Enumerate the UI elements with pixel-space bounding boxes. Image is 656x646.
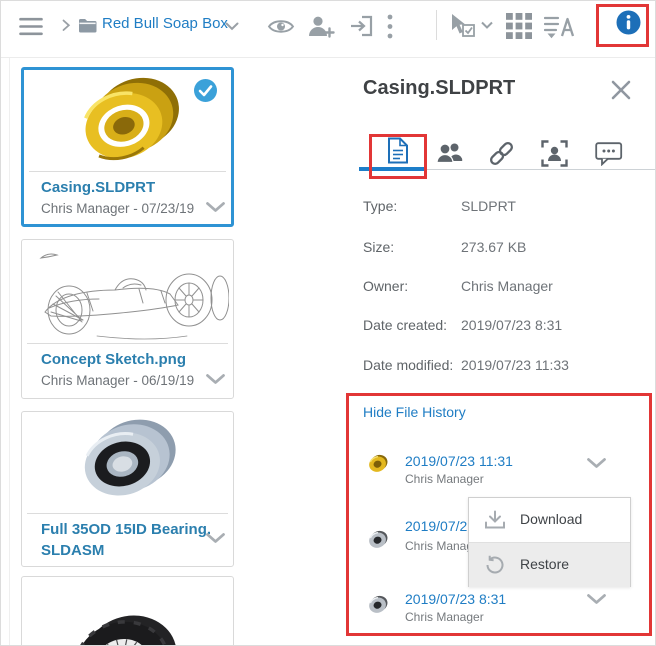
breadcrumb[interactable]: Red Bull Soap Box [102,15,228,32]
hamburger-menu-icon[interactable] [19,17,43,36]
toolbar-divider [436,10,437,40]
file-meta: Chris Manager - 07/23/19 [41,201,194,216]
grid-view-icon[interactable] [506,13,532,39]
tab-preview-person[interactable] [541,140,568,167]
history-chevron-icon[interactable] [587,458,606,469]
history-version-user: Chris Manager [405,610,484,624]
history-thumb-silver-bearing [367,529,389,551]
tab-links[interactable] [488,140,515,167]
detail-label: Date modified: [363,357,453,373]
history-version-date[interactable]: 2019/07/23 8:31 [405,591,506,607]
active-tab-underline [359,167,425,171]
file-title[interactable]: Full 35OD 15ID Bearing.SLDASM [41,519,213,561]
sort-alphabetical-icon[interactable] [544,14,581,40]
close-icon[interactable] [611,80,631,100]
breadcrumb-chevron-icon [62,19,71,32]
detail-value: Chris Manager [461,278,553,294]
top-toolbar: Red Bull Soap Box [1,1,655,58]
tab-document-details[interactable] [387,137,409,164]
menu-item-label: Download [520,511,582,527]
detail-label: Date created: [363,317,447,333]
hide-file-history-link[interactable]: Hide File History [363,404,466,420]
detail-value: 273.67 KB [461,239,526,255]
card-divider [27,513,228,514]
card-chevron-icon[interactable] [206,533,225,544]
detail-value: 2019/07/23 8:31 [461,317,562,333]
file-card-wheel[interactable] [21,576,234,646]
file-card-casing[interactable]: Casing.SLDPRT Chris Manager - 07/23/19 [21,67,234,227]
steel-bearing-thumbnail [64,414,192,512]
history-thumb-gold-bearing [367,453,389,475]
file-title[interactable]: Concept Sketch.png [41,351,186,368]
info-icon[interactable] [616,10,641,35]
card-chevron-icon[interactable] [206,202,225,213]
tab-row-divider [425,169,655,170]
history-version-user: Chris Manag [405,539,473,553]
project-caret-icon[interactable] [225,22,239,31]
restore-icon [485,555,505,575]
file-title[interactable]: Casing.SLDPRT [41,179,155,196]
gold-bearing-thumbnail [59,72,199,178]
file-card-bearing-assembly[interactable]: Full 35OD 15ID Bearing.SLDASM [21,411,234,567]
history-context-menu: Download Restore [468,497,631,587]
detail-label: Size: [363,239,394,255]
detail-value: 2019/07/23 11:33 [461,357,569,373]
download-icon [484,510,506,530]
tab-comments[interactable] [595,142,623,166]
car-sketch-thumbnail [27,248,229,344]
check-in-icon[interactable] [350,15,373,37]
app-window: Red Bull Soap Box [0,0,656,646]
file-meta: Chris Manager - 06/19/19 [41,373,194,388]
panel-title: Casing.SLDPRT [363,77,515,100]
eye-preview-icon[interactable] [267,17,295,36]
menu-item-label: Restore [520,556,569,572]
tab-members[interactable] [436,141,463,164]
file-card-concept-sketch[interactable]: Concept Sketch.png Chris Manager - 06/19… [21,239,234,399]
history-thumb-silver-bearing [367,594,389,616]
card-chevron-icon[interactable] [206,374,225,385]
history-version-user: Chris Manager [405,472,484,486]
history-version-date[interactable]: 2019/07/2 [405,518,467,534]
folder-icon [78,18,97,33]
more-options-icon[interactable] [387,14,393,39]
history-version-date[interactable]: 2019/07/23 11:31 [405,453,513,469]
selected-check-badge [194,79,217,102]
detail-value: SLDPRT [461,198,516,214]
add-user-icon[interactable] [308,15,335,38]
detail-label: Owner: [363,278,408,294]
multi-select-cursor-icon[interactable] [449,13,495,38]
menu-item-download[interactable]: Download [469,498,630,542]
history-chevron-icon[interactable] [587,594,606,605]
menu-item-restore[interactable]: Restore [469,543,630,587]
wheel-tire-thumbnail [60,605,198,646]
list-panel-edge [9,58,10,646]
detail-label: Type: [363,198,397,214]
